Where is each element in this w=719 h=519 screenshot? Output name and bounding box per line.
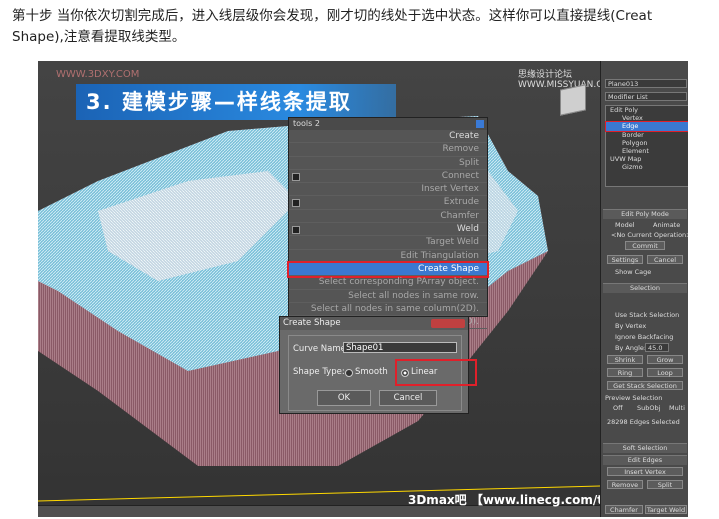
- model-radio-label[interactable]: Model: [615, 221, 635, 229]
- preview-subobj-radio[interactable]: SubObj: [637, 404, 660, 412]
- quad-menu-item[interactable]: Connect: [289, 170, 487, 184]
- shape-type-label: Shape Type:: [293, 367, 345, 377]
- quad-menu-item[interactable]: Select all nodes in same column(2D).: [289, 303, 487, 317]
- checkbox-icon: [292, 172, 300, 181]
- quad-menu-item-label: Weld: [456, 224, 479, 235]
- grow-button[interactable]: Grow: [647, 355, 683, 364]
- quad-menu-items: Create Remove Split Connect Insert Vertex Ext…: [287, 130, 489, 330]
- checkbox-icon: [292, 226, 300, 235]
- modifier-stack-item[interactable]: UVW Map: [606, 155, 688, 163]
- modifier-stack-item[interactable]: Vertex: [606, 114, 688, 122]
- insert-vertex-button[interactable]: Insert Vertex: [607, 467, 683, 476]
- quad-menu-item[interactable]: Select corresponding PArray object.: [289, 276, 487, 290]
- create-shape-dialog: Create Shape Curve Name: Shape01 Shape T…: [279, 316, 477, 414]
- modifier-stack-item[interactable]: Edit Poly: [606, 106, 688, 114]
- get-stack-selection-button[interactable]: Get Stack Selection: [607, 381, 683, 390]
- by-angle-checkbox[interactable]: By Angle:: [615, 344, 646, 352]
- watermark-top-left: WWW.3DXY.COM: [56, 69, 140, 80]
- dialog-titlebar: Create Shape: [280, 317, 468, 330]
- quad-menu-item-label: Edit Triangulation: [400, 250, 479, 261]
- dialog-title: Create Shape: [283, 318, 341, 328]
- smooth-label: Smooth: [355, 367, 388, 377]
- step-title-banner: 3. 建模步骤—样线条提取: [76, 84, 396, 120]
- quad-menu-item-label: Target Weld: [426, 237, 479, 248]
- use-stack-selection-checkbox[interactable]: Use Stack Selection: [615, 311, 679, 319]
- modifier-stack-item[interactable]: Element: [606, 147, 688, 155]
- cancel-op-button[interactable]: Cancel: [647, 255, 683, 264]
- settings-button[interactable]: Settings: [607, 255, 643, 264]
- smooth-radio[interactable]: [345, 369, 353, 377]
- dialog-body: Curve Name: Shape01 Shape Type: Smooth L…: [288, 335, 477, 411]
- viewcube-icon[interactable]: [560, 84, 586, 116]
- quad-menu-item[interactable]: Extrude: [289, 196, 487, 210]
- quad-menu-item-label: Connect: [441, 170, 479, 181]
- quad-menu-item-label: Create: [449, 131, 479, 141]
- quad-menu-header-label: tools 2: [293, 119, 320, 128]
- modifier-list-dropdown[interactable]: Modifier List: [605, 92, 687, 101]
- modifier-stack-item[interactable]: Border: [606, 131, 688, 139]
- linear-radio[interactable]: [401, 369, 409, 377]
- quad-menu-item[interactable]: Chamfer: [289, 210, 487, 224]
- edit-edges-rollout[interactable]: Edit Edges: [603, 455, 687, 465]
- command-panel: Plane013 Modifier List Edit Poly Vertex Ed…: [600, 61, 688, 517]
- quad-menu-item-label: Select corresponding PArray object.: [318, 277, 479, 288]
- quad-menu-item-label: Extrude: [443, 197, 479, 208]
- edges-selected-status: 28298 Edges Selected: [607, 418, 680, 426]
- cancel-button[interactable]: Cancel: [379, 390, 437, 406]
- linear-label: Linear: [411, 367, 438, 377]
- object-name-field[interactable]: Plane013: [605, 79, 687, 88]
- quad-menu-item[interactable]: Target Weld: [289, 236, 487, 250]
- quad-menu-item[interactable]: Edit Triangulation: [289, 250, 487, 263]
- modifier-stack: Edit Poly Vertex Edge Border Polygon Element U…: [605, 105, 688, 187]
- curve-name-label: Curve Name:: [293, 344, 349, 354]
- quad-menu-item[interactable]: Remove: [289, 143, 487, 157]
- edit-poly-mode-rollout[interactable]: Edit Poly Mode: [603, 209, 687, 219]
- animate-radio-label[interactable]: Animate: [653, 221, 680, 229]
- split-button[interactable]: Split: [647, 480, 683, 489]
- quad-menu-item-label: Select all nodes in same column(2D).: [310, 303, 479, 314]
- shrink-button[interactable]: Shrink: [607, 355, 643, 364]
- checkbox-icon: [292, 199, 300, 208]
- quad-menu-item[interactable]: Insert Vertex: [289, 183, 487, 197]
- modifier-stack-item[interactable]: Gizmo: [606, 163, 688, 171]
- ignore-backfacing-checkbox[interactable]: Ignore Backfacing: [615, 333, 673, 341]
- quad-menu-corner-icon[interactable]: [476, 120, 484, 128]
- tutorial-caption: 第十步 当你依次切割完成后，进入线层级你会发现，刚才切的线处于选中状态。这样你可…: [12, 8, 653, 45]
- curve-name-input[interactable]: Shape01: [343, 342, 457, 353]
- quad-menu-item-label: Split: [459, 157, 479, 168]
- show-cage-checkbox[interactable]: Show Cage: [615, 268, 651, 276]
- ok-button[interactable]: OK: [317, 390, 371, 406]
- preview-selection-label: Preview Selection: [605, 394, 663, 402]
- modifier-stack-item[interactable]: Edge: [605, 121, 688, 132]
- perspective-viewport[interactable]: WWW.3DXY.COM 思缘设计论坛 WWW.MISSYUAN.COM 3. …: [38, 61, 682, 517]
- quad-menu-item-label: Select all nodes in same row.: [348, 290, 479, 301]
- quad-menu-item[interactable]: Weld: [289, 223, 487, 237]
- preview-multi-radio[interactable]: Multi: [669, 404, 685, 412]
- modifier-stack-item[interactable]: Polygon: [606, 139, 688, 147]
- target-weld-button[interactable]: Target Weld: [645, 505, 687, 514]
- commit-button[interactable]: Commit: [625, 241, 665, 250]
- selection-rollout[interactable]: Selection: [603, 283, 687, 293]
- by-vertex-checkbox[interactable]: By Vertex: [615, 322, 646, 330]
- remove-button[interactable]: Remove: [607, 480, 643, 489]
- quad-menu-item[interactable]: Create Shape: [287, 260, 489, 279]
- soft-selection-rollout[interactable]: Soft Selection: [603, 443, 687, 453]
- quad-menu-item[interactable]: Select all nodes in same row.: [289, 290, 487, 303]
- quad-menu-item-label: Chamfer: [440, 210, 479, 221]
- ring-button[interactable]: Ring: [607, 368, 643, 377]
- preview-off-radio[interactable]: Off: [613, 404, 623, 412]
- 3dsmax-screenshot: WWW.3DXY.COM 思缘设计论坛 WWW.MISSYUAN.COM 3. …: [38, 61, 688, 517]
- no-operation-text: <No Current Operation>: [611, 231, 688, 239]
- quad-menu-item[interactable]: Create: [289, 130, 487, 144]
- quad-menu-header: tools 2: [289, 118, 487, 130]
- quad-menu: tools 2 Create Remove Split Connect Insert V…: [287, 117, 489, 330]
- quad-menu-item-label: Insert Vertex: [421, 184, 479, 195]
- loop-button[interactable]: Loop: [647, 368, 683, 377]
- chamfer-button[interactable]: Chamfer: [605, 505, 643, 514]
- quad-menu-item-label: Remove: [442, 144, 479, 155]
- angle-value-field[interactable]: 45.0: [645, 343, 669, 352]
- close-icon[interactable]: [431, 319, 465, 328]
- quad-menu-item-label: Create Shape: [418, 263, 479, 274]
- quad-menu-item[interactable]: Split: [289, 157, 487, 170]
